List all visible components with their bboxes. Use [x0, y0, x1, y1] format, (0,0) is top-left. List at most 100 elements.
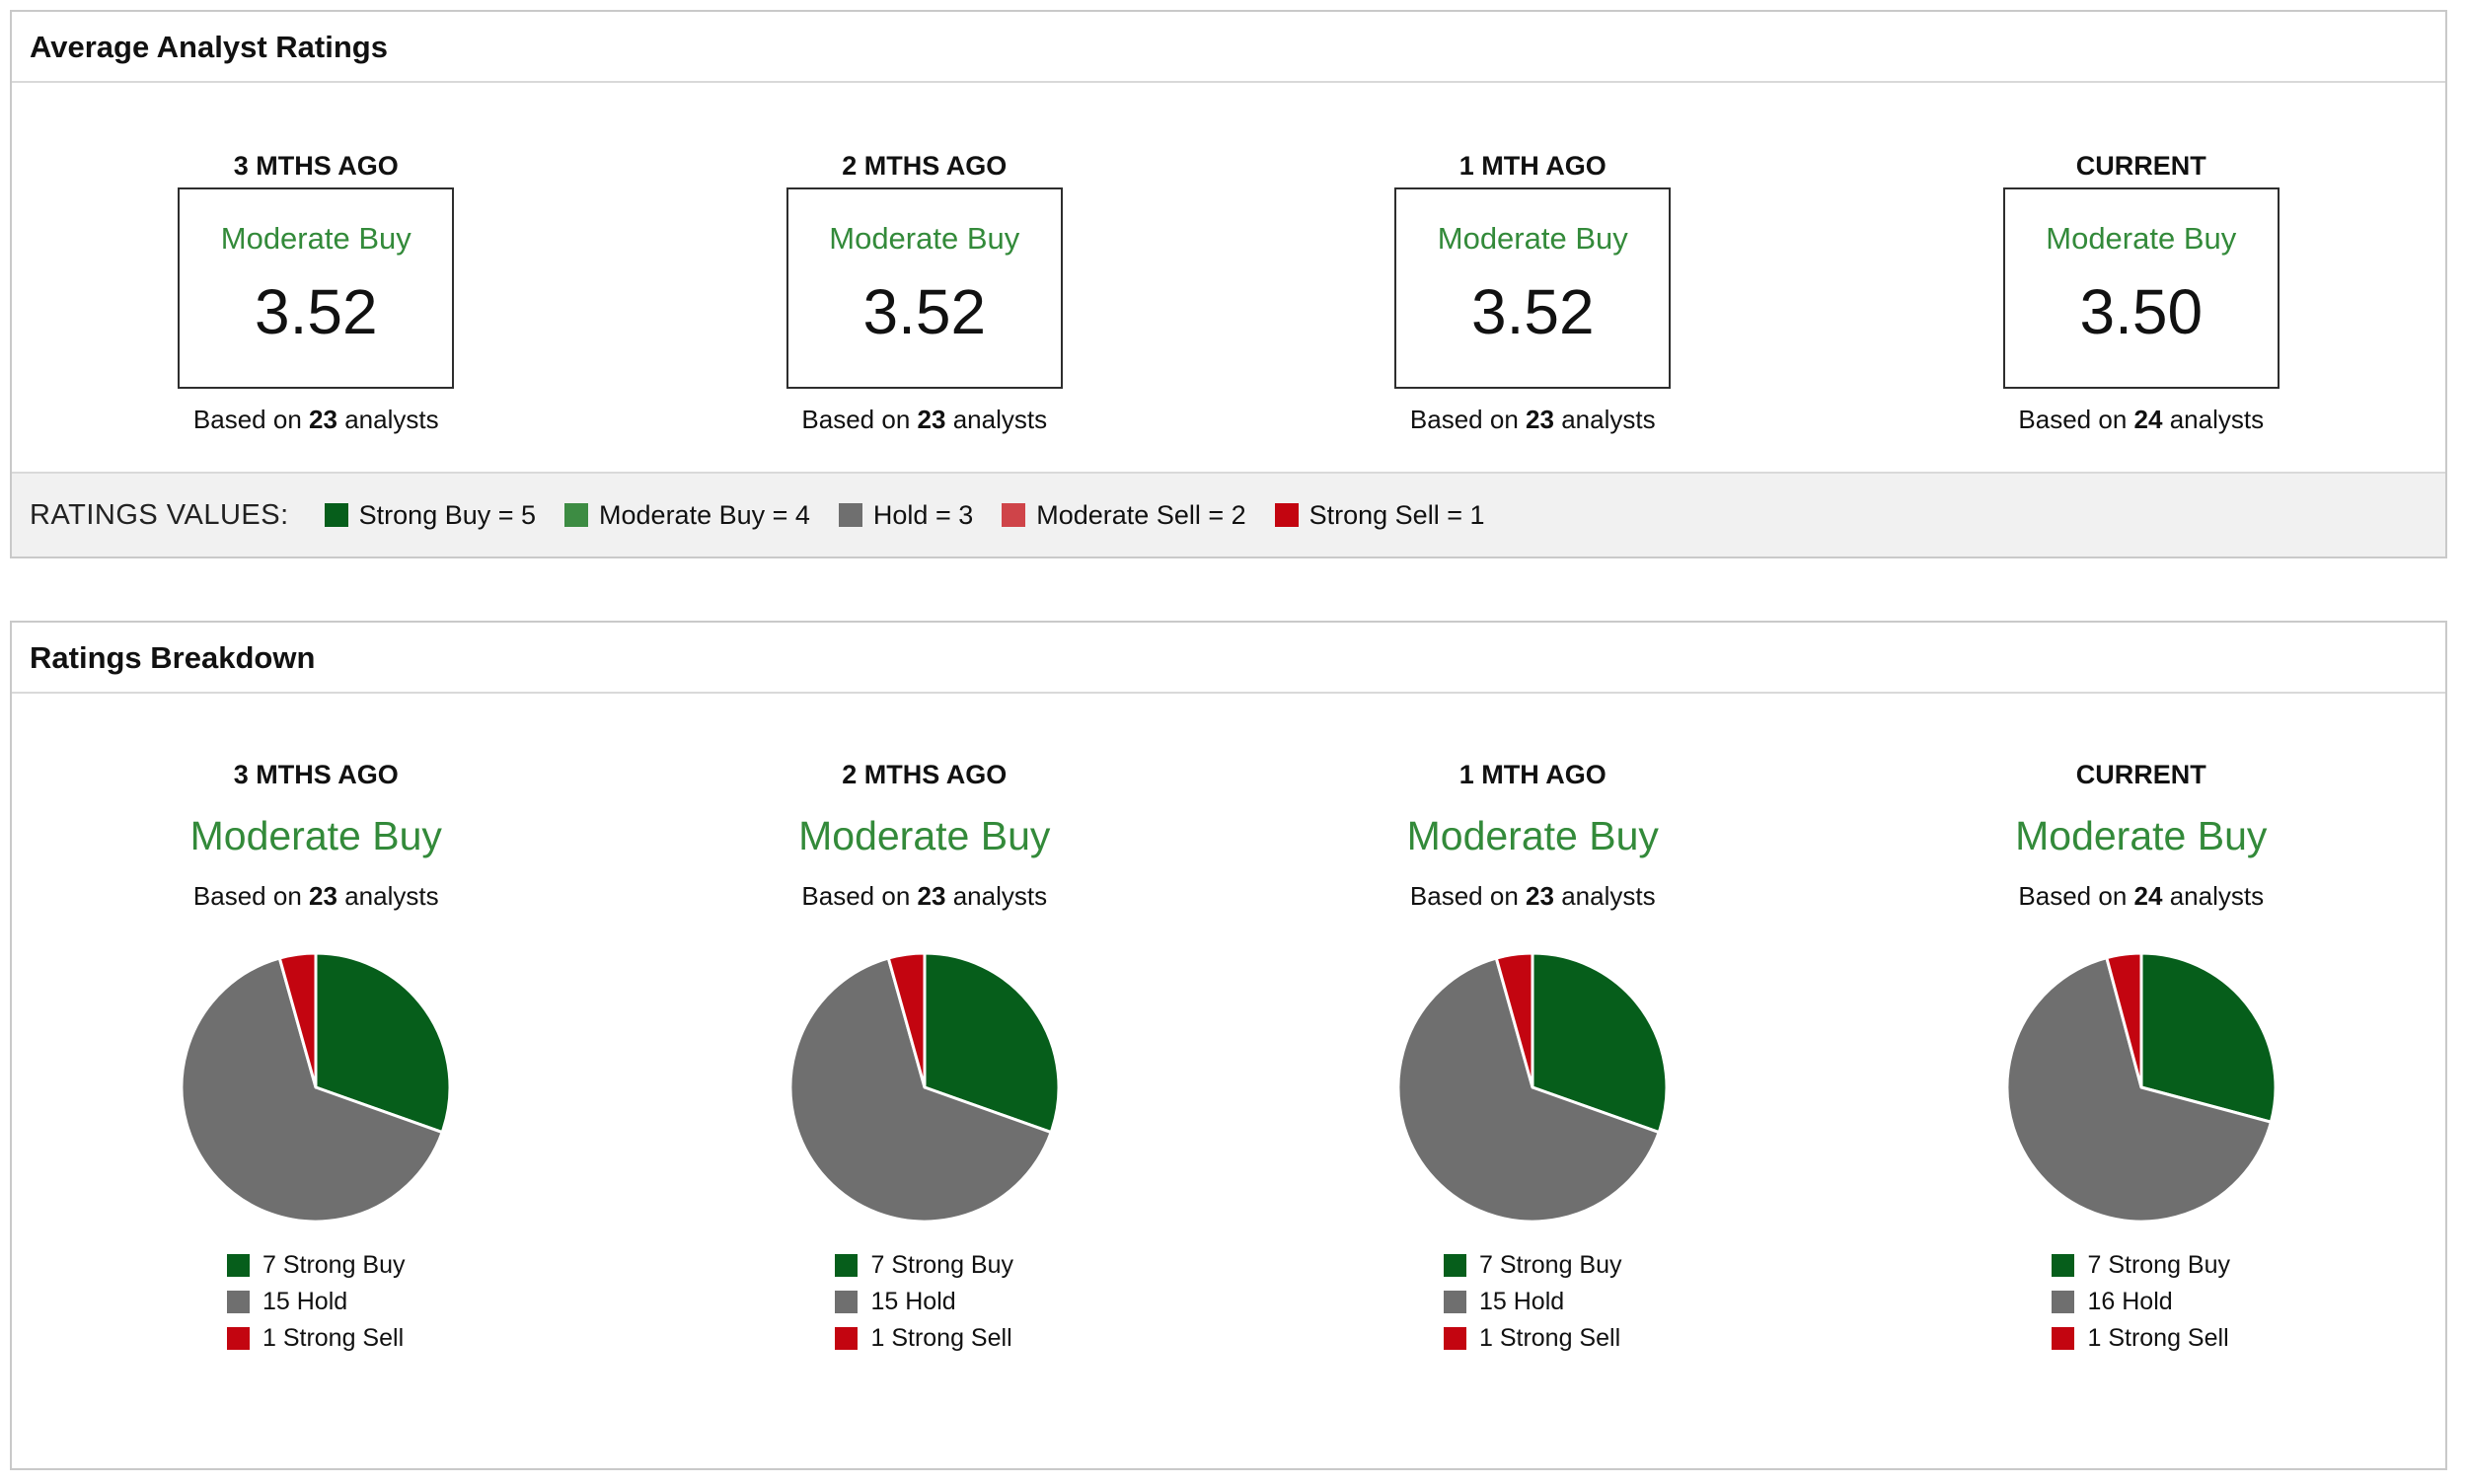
rating-value: 3.52 — [1470, 276, 1595, 347]
legend-item-label: Strong Buy = 5 — [358, 499, 537, 530]
hold-color-swatch — [226, 1291, 250, 1313]
rating-label: Moderate Buy — [829, 221, 1020, 256]
strong-sell-color-swatch — [1443, 1327, 1466, 1350]
legend-item-strong-sell: Strong Sell = 1 — [1274, 499, 1485, 531]
period-label: 2 MTHS AGO — [842, 760, 1008, 789]
strong-sell-color-swatch — [835, 1327, 859, 1350]
rating-label: Moderate Buy — [1437, 221, 1628, 256]
rating-box: Moderate Buy 3.52 — [1394, 187, 1672, 389]
legend-item-label: Moderate Buy = 4 — [599, 499, 810, 530]
pie-legend-label: 7 Strong Buy — [262, 1251, 406, 1279]
based-on-suffix: analysts — [2169, 881, 2265, 911]
strong-sell-color-swatch — [2052, 1327, 2075, 1350]
legend-item-hold: Hold = 3 — [838, 499, 974, 531]
analyst-count: 23 — [917, 405, 946, 434]
rating-label: Moderate Buy — [2015, 813, 2268, 858]
strong-sell-color-swatch — [1274, 503, 1299, 527]
based-on-text: Based on 23 analysts — [801, 405, 1047, 434]
strong-buy-color-swatch — [2052, 1254, 2075, 1277]
rating-label: Moderate Buy — [220, 221, 411, 256]
pie-legend-row: 7 Strong Buy — [835, 1252, 1013, 1279]
analyst-count: 24 — [2133, 881, 2163, 911]
rating-value: 3.52 — [862, 276, 987, 347]
average-analyst-ratings-panel: Average Analyst Ratings 3 MTHS AGO Moder… — [10, 10, 2447, 558]
based-on-prefix: Based on — [2018, 405, 2128, 434]
based-on-text: Based on 23 analysts — [801, 881, 1047, 911]
pie-legend-label: 1 Strong Sell — [870, 1324, 1012, 1352]
based-on-prefix: Based on — [192, 881, 302, 911]
average-ratings-columns: 3 MTHS AGO Moderate Buy 3.52 Based on 23… — [12, 83, 2445, 434]
pie-legend-row: 7 Strong Buy — [2052, 1252, 2230, 1279]
legend-item-label: Strong Sell = 1 — [1308, 499, 1485, 530]
pie-chart — [785, 948, 1064, 1226]
hold-color-swatch — [835, 1291, 859, 1313]
legend-item-label: Moderate Sell = 2 — [1036, 499, 1246, 530]
strong-buy-color-swatch — [324, 503, 348, 527]
period-label: CURRENT — [2075, 760, 2206, 789]
rating-value: 3.52 — [254, 276, 378, 347]
based-on-prefix: Based on — [801, 405, 911, 434]
average-rating-column: 3 MTHS AGO Moderate Buy 3.52 Based on 23… — [12, 150, 621, 434]
pie-legend-row: 1 Strong Sell — [2052, 1325, 2230, 1352]
pie-chart — [2002, 948, 2280, 1226]
pie-legend-label: 7 Strong Buy — [2087, 1251, 2231, 1279]
average-rating-column: CURRENT Moderate Buy 3.50 Based on 24 an… — [1837, 150, 2446, 434]
period-label: 2 MTHS AGO — [842, 151, 1008, 181]
pie-legend-label: 15 Hold — [1478, 1288, 1565, 1315]
based-on-text: Based on 23 analysts — [1410, 405, 1656, 434]
based-on-text: Based on 23 analysts — [193, 881, 439, 911]
hold-color-swatch — [1443, 1291, 1466, 1313]
analyst-count: 24 — [2133, 405, 2163, 434]
breakdown-column: 3 MTHS AGO Moderate Buy Based on 23 anal… — [12, 759, 621, 1352]
breakdown-column: 1 MTH AGO Moderate Buy Based on 23 analy… — [1229, 759, 1837, 1352]
based-on-prefix: Based on — [2018, 881, 2128, 911]
period-label: CURRENT — [2075, 151, 2206, 181]
rating-value: 3.50 — [2079, 276, 2204, 347]
strong-buy-color-swatch — [1443, 1254, 1466, 1277]
analyst-count: 23 — [917, 881, 946, 911]
hold-color-swatch — [2052, 1291, 2075, 1313]
ratings-breakdown-panel: Ratings Breakdown 3 MTHS AGO Moderate Bu… — [10, 621, 2447, 1470]
based-on-text: Based on 23 analysts — [1410, 881, 1656, 911]
legend-item-strong-buy: Strong Buy = 5 — [324, 499, 537, 531]
pie-legend-row: 15 Hold — [1443, 1288, 1622, 1315]
pie-legend-label: 1 Strong Sell — [262, 1324, 405, 1352]
panel-title: Average Analyst Ratings — [12, 12, 2445, 83]
rating-label: Moderate Buy — [798, 813, 1051, 858]
based-on-prefix: Based on — [1409, 405, 1519, 434]
based-on-suffix: analysts — [1561, 405, 1656, 434]
average-rating-column: 1 MTH AGO Moderate Buy 3.52 Based on 23 … — [1229, 150, 1837, 434]
legend-item-label: Hold = 3 — [872, 499, 974, 530]
legend-item-moderate-buy: Moderate Buy = 4 — [564, 500, 810, 531]
based-on-suffix: analysts — [952, 405, 1048, 434]
strong-buy-color-swatch — [226, 1254, 250, 1277]
rating-label: Moderate Buy — [189, 813, 442, 858]
based-on-text: Based on 23 analysts — [193, 405, 439, 434]
based-on-text: Based on 24 analysts — [2018, 881, 2264, 911]
hold-color-swatch — [838, 503, 862, 527]
rating-box: Moderate Buy 3.52 — [178, 187, 455, 389]
pie-legend: 7 Strong Buy 15 Hold 1 Strong Sell — [226, 1251, 406, 1352]
strong-buy-color-swatch — [835, 1254, 859, 1277]
period-label: 3 MTHS AGO — [233, 760, 399, 789]
pie-legend-label: 7 Strong Buy — [870, 1251, 1014, 1279]
based-on-suffix: analysts — [344, 405, 439, 434]
ratings-values-bar: RATINGS VALUES: Strong Buy = 5 Moderate … — [12, 472, 2445, 556]
based-on-prefix: Based on — [801, 881, 911, 911]
strong-sell-color-swatch — [226, 1327, 250, 1350]
breakdown-column: 2 MTHS AGO Moderate Buy Based on 23 anal… — [621, 759, 1230, 1352]
rating-label: Moderate Buy — [1406, 813, 1659, 858]
pie-legend-row: 7 Strong Buy — [1443, 1252, 1622, 1279]
moderate-sell-color-swatch — [1002, 503, 1026, 527]
breakdown-columns: 3 MTHS AGO Moderate Buy Based on 23 anal… — [12, 694, 2445, 1352]
pie-legend-label: 15 Hold — [262, 1288, 348, 1315]
pie-chart — [1393, 948, 1672, 1226]
moderate-buy-color-swatch — [564, 503, 589, 527]
pie-legend-label: 1 Strong Sell — [2087, 1324, 2229, 1352]
pie-legend-label: 15 Hold — [870, 1288, 956, 1315]
pie-legend-row: 15 Hold — [835, 1289, 1013, 1315]
based-on-suffix: analysts — [2169, 405, 2265, 434]
based-on-suffix: analysts — [952, 881, 1048, 911]
pie-legend-row: 15 Hold — [226, 1288, 406, 1315]
analyst-count: 23 — [1526, 881, 1554, 911]
